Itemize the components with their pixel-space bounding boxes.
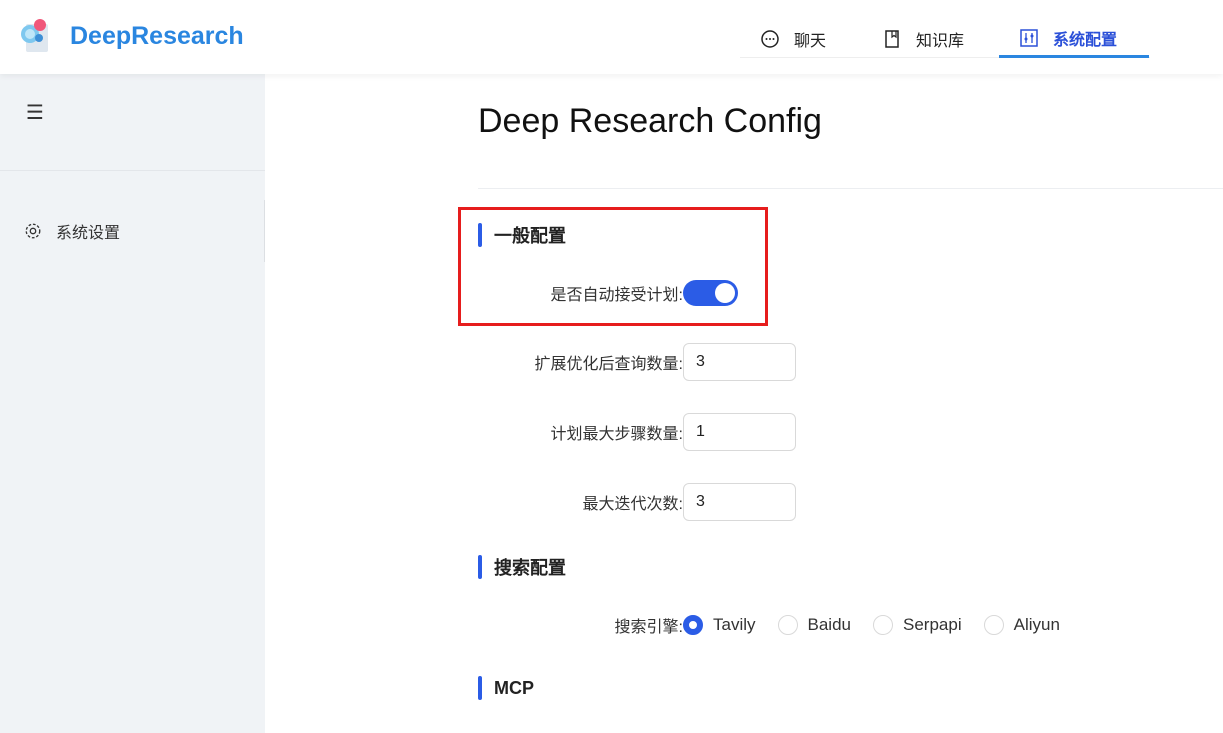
engine-label: 搜索引擎: (400, 613, 683, 637)
chat-icon (760, 29, 780, 49)
max-iter-input[interactable]: 3 (683, 483, 796, 521)
radio-aliyun[interactable]: Aliyun (984, 615, 1060, 635)
radio-circle[interactable] (873, 615, 893, 635)
radio-tavily[interactable]: Tavily (683, 615, 756, 635)
brand-name[interactable]: DeepResearch (70, 22, 244, 51)
tab-chat[interactable]: 聊天 (760, 20, 826, 58)
book-icon (882, 29, 902, 49)
page-title: Deep Research Config (478, 102, 822, 141)
header: DeepResearch 聊天 知识库 系统配置 (0, 0, 1223, 74)
gear-icon (24, 222, 42, 240)
radio-label: Baidu (808, 615, 851, 635)
section-mcp-title: MCP (494, 678, 534, 699)
sidebar-border (264, 200, 265, 262)
max-steps-row: 计划最大步骤数量: 1 (400, 413, 800, 451)
radio-label: Tavily (713, 615, 756, 635)
title-divider (478, 188, 1223, 189)
sidebar-item-system-settings[interactable]: 系统设置 (24, 219, 120, 243)
sidebar-divider (0, 170, 265, 171)
max-iter-label: 最大迭代次数: (400, 490, 683, 514)
radio-circle[interactable] (778, 615, 798, 635)
radio-baidu[interactable]: Baidu (778, 615, 851, 635)
tab-chat-label: 聊天 (794, 27, 826, 51)
tab-knowledge-base[interactable]: 知识库 (882, 20, 964, 58)
sidebar-item-label: 系统设置 (56, 219, 120, 243)
radio-label: Serpapi (903, 615, 962, 635)
expand-queries-row: 扩展优化后查询数量: 3 (400, 343, 800, 381)
radio-label: Aliyun (1014, 615, 1060, 635)
section-search: 搜索配置 (478, 554, 566, 580)
tab-knowledge-base-label: 知识库 (916, 27, 964, 51)
top-nav: 聊天 知识库 系统配置 (740, 20, 1150, 58)
tab-system-config[interactable]: 系统配置 (999, 20, 1149, 58)
section-search-title: 搜索配置 (494, 554, 566, 580)
engine-radio-group: Tavily Baidu Serpapi Aliyun (683, 615, 1082, 635)
max-steps-input[interactable]: 1 (683, 413, 796, 451)
logo-icon (18, 18, 52, 54)
highlight-box (458, 207, 768, 326)
sidebar: ☰ 系统设置 (0, 74, 265, 733)
expand-queries-label: 扩展优化后查询数量: (400, 350, 683, 374)
section-mcp: MCP (478, 676, 534, 700)
tab-system-config-label: 系统配置 (1053, 26, 1117, 50)
engine-row: 搜索引擎: Tavily Baidu Serpapi Aliyun (400, 606, 1100, 644)
expand-queries-input[interactable]: 3 (683, 343, 796, 381)
radio-circle[interactable] (984, 615, 1004, 635)
radio-serpapi[interactable]: Serpapi (873, 615, 962, 635)
menu-toggle-icon[interactable]: ☰ (26, 100, 44, 125)
radio-circle[interactable] (683, 615, 703, 635)
sliders-icon (1019, 28, 1039, 48)
max-iter-row: 最大迭代次数: 3 (400, 483, 800, 521)
max-steps-label: 计划最大步骤数量: (400, 420, 683, 444)
